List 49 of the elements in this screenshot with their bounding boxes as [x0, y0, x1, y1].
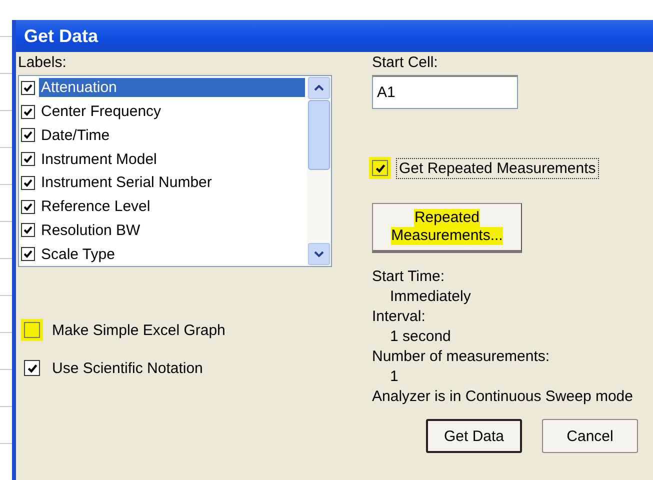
labels-list[interactable]: Attenuation Center Frequency Date/Time Instrument Model Instrument Serial Number Reference Level Resolution BW Scale Type [18, 75, 332, 267]
labels-caption: Labels: [18, 54, 68, 71]
checkmark-icon [23, 178, 33, 188]
list-item[interactable]: Center Frequency [39, 102, 164, 122]
checkbox[interactable] [21, 104, 35, 119]
list-item[interactable]: Resolution BW [39, 220, 142, 240]
checkbox[interactable] [21, 80, 35, 95]
list-item[interactable]: Scale Type [39, 244, 117, 264]
checkmark-icon [26, 362, 38, 374]
checkmark-icon [23, 106, 33, 117]
info-text: 1 second [390, 327, 451, 347]
repeated-measurements-button[interactable]: Repeated Measurements... [372, 203, 522, 253]
checkmark-icon [374, 162, 386, 174]
info-text: Start Time: [372, 267, 446, 287]
info-text: Immediately [390, 287, 471, 307]
checkmark-icon [23, 82, 33, 93]
checkmark-icon [23, 130, 33, 140]
checkbox[interactable] [21, 247, 35, 262]
cancel-button[interactable]: Cancel [542, 419, 638, 453]
checkbox[interactable] [21, 223, 35, 238]
checkbox-label: Use Scientific Notation [52, 360, 203, 376]
checkmark-icon [23, 225, 33, 236]
scroll-up-icon[interactable] [308, 77, 330, 99]
checkbox[interactable] [21, 176, 35, 190]
start-cell-field[interactable]: A1 [372, 75, 518, 109]
info-text: Analyzer is in Continuous Sweep mode [372, 387, 634, 407]
checkbox-label: Get Repeated Measurements [396, 158, 599, 178]
list-item[interactable]: Date/Time [39, 126, 112, 145]
list-item[interactable]: Instrument Serial Number [39, 173, 214, 192]
list-item[interactable]: Reference Level [39, 197, 152, 216]
window-title: Get Data [24, 26, 98, 46]
info-text: 1 [390, 367, 398, 387]
checkmark-icon [23, 154, 33, 164]
list-item[interactable]: Instrument Model [39, 150, 159, 169]
get-data-button[interactable]: Get Data [426, 419, 522, 453]
scroll-thumb[interactable] [308, 100, 330, 170]
start-cell-label: Start Cell: [372, 54, 439, 71]
checkbox[interactable] [21, 200, 35, 214]
checkbox[interactable] [21, 152, 35, 166]
checkmark-icon [23, 249, 33, 260]
checkmark-icon [23, 202, 33, 212]
checkbox-label: Make Simple Excel Graph [52, 322, 226, 338]
scrollbar[interactable] [307, 76, 331, 266]
info-text: Number of measurements: [372, 347, 551, 367]
list-item[interactable]: Attenuation [39, 78, 305, 98]
scroll-down-icon[interactable] [308, 243, 330, 265]
checkbox[interactable] [24, 360, 40, 376]
checkbox[interactable] [21, 128, 35, 142]
info-text: Interval: [372, 307, 426, 327]
